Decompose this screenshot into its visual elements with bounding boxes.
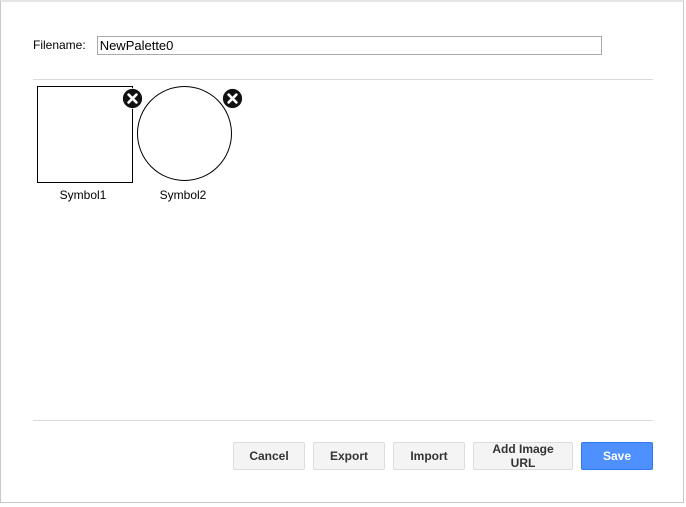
button-bar: Cancel Export Import Add Image URL Save [1, 442, 685, 472]
bottom-divider [33, 420, 653, 421]
symbol-item[interactable]: Symbol2 [133, 82, 243, 206]
top-divider [33, 79, 653, 80]
filename-row: Filename: [33, 34, 602, 56]
add-image-url-button[interactable]: Add Image URL [473, 442, 573, 470]
import-button[interactable]: Import [393, 442, 465, 470]
save-button[interactable]: Save [581, 442, 653, 470]
square-shape [37, 86, 133, 183]
symbol-preview[interactable] [137, 86, 233, 182]
filename-input[interactable] [96, 35, 602, 55]
symbol-label: Symbol1 [59, 188, 107, 202]
symbol-item[interactable]: Symbol1 [33, 82, 143, 206]
export-button[interactable]: Export [313, 442, 385, 470]
symbol-list: Symbol1 Symbol2 [33, 82, 653, 417]
filename-label: Filename: [33, 38, 86, 52]
close-circle-icon[interactable] [222, 88, 243, 109]
circle-shape [137, 86, 232, 181]
symbol-label: Symbol2 [159, 188, 207, 202]
cancel-button[interactable]: Cancel [233, 442, 305, 470]
palette-editor-dialog: Filename: Symbol1 Symbol2 [0, 0, 684, 503]
symbol-preview[interactable] [37, 86, 133, 183]
